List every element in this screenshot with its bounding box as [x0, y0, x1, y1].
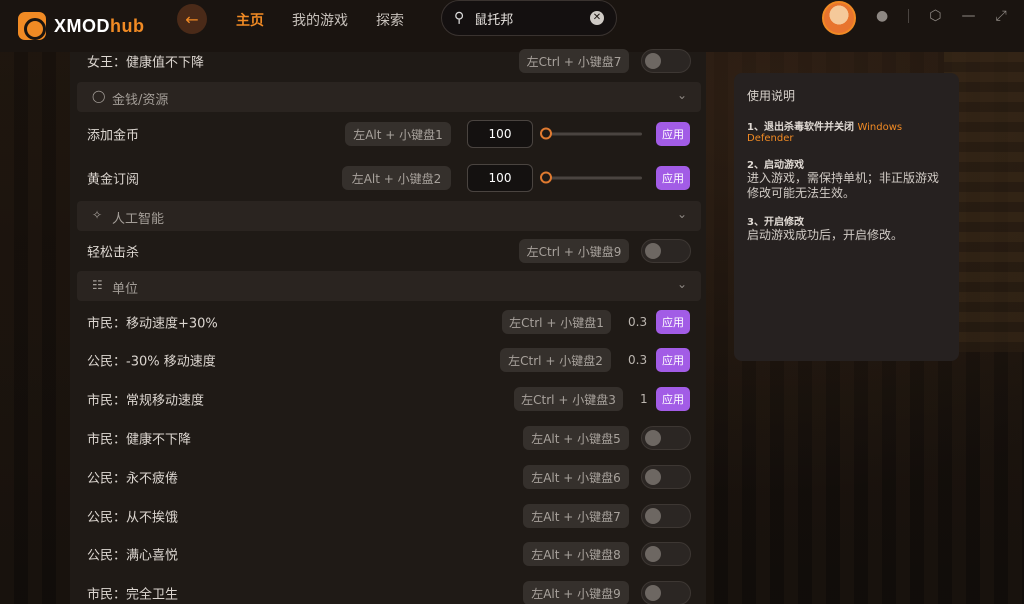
- cheat-row: 公民：永不疲倦 左Alt + 小键盘6: [70, 458, 706, 496]
- maximize-icon[interactable]: ⤢: [995, 8, 1006, 24]
- cheat-label: 黄金订阅: [87, 172, 140, 188]
- apply-button[interactable]: 应用: [656, 122, 690, 146]
- bell-icon[interactable]: ●: [876, 8, 888, 24]
- slider-knob[interactable]: [540, 171, 552, 184]
- apply-button[interactable]: 应用: [656, 387, 690, 411]
- window-controls: ● ⬡ — ⤢: [876, 8, 1007, 24]
- instructions-panel: 使用说明 1、退出杀毒软件并关闭 Windows Defender 2、启动游戏…: [734, 73, 959, 361]
- nav-home[interactable]: 主页: [236, 10, 264, 30]
- main-nav: 主页 我的游戏 探索: [236, 10, 404, 30]
- cheat-value: 0.3: [628, 315, 648, 329]
- nav-my-games[interactable]: 我的游戏: [292, 10, 348, 30]
- section-title: 金钱/资源: [112, 93, 169, 108]
- back-arrow-icon[interactable]: ←: [177, 4, 207, 34]
- cheat-label: 公民：-30% 移动速度: [87, 354, 216, 370]
- cheat-row: 公民：从不挨饿 左Alt + 小键盘7: [70, 497, 706, 535]
- section-title: 单位: [112, 282, 139, 297]
- slider-knob[interactable]: [540, 127, 552, 140]
- hotkey-badge[interactable]: 左Alt + 小键盘5: [523, 426, 629, 450]
- apply-button[interactable]: 应用: [656, 310, 690, 334]
- step-body: 进入游戏，需保持单机；非正版游戏修改可能无法生效。: [747, 171, 940, 200]
- apply-button[interactable]: 应用: [656, 348, 690, 372]
- step-heading: 1、退出杀毒软件并关闭 Windows Defender: [747, 122, 903, 144]
- divider: [908, 9, 910, 23]
- cheat-label: 公民：永不疲倦: [87, 471, 179, 487]
- clear-icon[interactable]: ✕: [590, 11, 604, 25]
- search-input[interactable]: 鼠托邦: [474, 9, 590, 28]
- cheat-row: 市民：常规移动速度 左Ctrl + 小键盘3 1 应用: [70, 380, 706, 418]
- cheat-label: 公民：满心喜悦: [87, 548, 179, 564]
- value-slider[interactable]: [540, 171, 642, 184]
- hotkey-badge[interactable]: 左Alt + 小键盘6: [523, 465, 629, 489]
- cheat-row: 市民：完全卫生 左Alt + 小键盘9: [70, 574, 706, 604]
- cheat-toggle[interactable]: [641, 504, 691, 528]
- instruction-step: 3、开启修改 启动游戏成功后，开启修改。: [747, 213, 946, 243]
- hotkey-badge[interactable]: 左Ctrl + 小键盘1: [502, 310, 611, 334]
- cheat-row: 公民：满心喜悦 左Alt + 小键盘8: [70, 535, 706, 573]
- cheat-row: 轻松击杀 左Ctrl + 小键盘9: [70, 232, 706, 270]
- ai-icon: ✧: [92, 208, 103, 222]
- cheat-label: 市民：健康不下降: [87, 432, 192, 448]
- step-heading: 2、启动游戏: [747, 160, 804, 171]
- hotkey-badge[interactable]: 左Ctrl + 小键盘3: [514, 387, 623, 411]
- gear-icon[interactable]: ⬡: [929, 8, 941, 24]
- search-box[interactable]: ⚲ 鼠托邦 ✕: [441, 0, 617, 36]
- cheat-value: 1: [640, 392, 648, 406]
- step-heading: 3、开启修改: [747, 217, 804, 228]
- instruction-step: 2、启动游戏 进入游戏，需保持单机；非正版游戏修改可能无法生效。: [747, 156, 946, 201]
- cheat-toggle[interactable]: [641, 49, 691, 73]
- cheat-label: 轻松击杀: [87, 245, 140, 261]
- cheat-row: 添加金币 左Alt + 小键盘1 100 应用: [70, 115, 706, 153]
- cheat-toggle[interactable]: [641, 239, 691, 263]
- cheat-row: 市民：移动速度+30% 左Ctrl + 小键盘1 0.3 应用: [70, 303, 706, 341]
- section-ai[interactable]: ✧ 人工智能 ⌄: [77, 201, 701, 231]
- instruction-step: 1、退出杀毒软件并关闭 Windows Defender: [747, 118, 946, 144]
- cheat-toggle[interactable]: [641, 465, 691, 489]
- cheat-panel: 女王：健康值不下降 左Ctrl + 小键盘7 ◯ 金钱/资源 ⌄ 添加金币 左A…: [70, 49, 706, 604]
- avatar[interactable]: [822, 1, 856, 35]
- section-unit[interactable]: ☷ 单位 ⌄: [77, 271, 701, 301]
- hotkey-badge[interactable]: 左Alt + 小键盘8: [523, 542, 629, 566]
- cheat-row: 黄金订阅 左Alt + 小键盘2 100 应用: [70, 159, 706, 197]
- instructions-title: 使用说明: [747, 89, 796, 103]
- cheat-row: 公民：-30% 移动速度 左Ctrl + 小键盘2 0.3 应用: [70, 341, 706, 379]
- hotkey-badge[interactable]: 左Alt + 小键盘2: [342, 166, 451, 190]
- logo-text: XMODhub: [54, 15, 145, 36]
- cheat-row: 市民：健康不下降 左Alt + 小键盘5: [70, 419, 706, 457]
- cheat-label: 公民：从不挨饿: [87, 510, 179, 526]
- cheat-toggle[interactable]: [641, 581, 691, 604]
- hotkey-badge[interactable]: 左Alt + 小键盘1: [345, 122, 451, 146]
- step-body: 启动游戏成功后，开启修改。: [747, 228, 904, 242]
- hotkey-badge[interactable]: 左Alt + 小键盘9: [523, 581, 629, 604]
- cheat-label: 添加金币: [87, 128, 140, 144]
- cheat-label: 市民：移动速度+30%: [87, 316, 218, 332]
- unit-icon: ☷: [92, 278, 103, 292]
- minimize-icon[interactable]: —: [961, 8, 975, 24]
- hotkey-badge[interactable]: 左Ctrl + 小键盘7: [519, 49, 629, 73]
- coins-icon: ◯: [92, 89, 106, 103]
- cheat-label: 市民：常规移动速度: [87, 393, 205, 409]
- value-input[interactable]: 100: [467, 120, 533, 148]
- cheat-label: 女王：健康值不下降: [87, 55, 205, 71]
- nav-explore[interactable]: 探索: [376, 10, 404, 30]
- app-logo[interactable]: XMODhub: [18, 12, 145, 40]
- apply-button[interactable]: 应用: [656, 166, 690, 190]
- hotkey-badge[interactable]: 左Ctrl + 小键盘9: [519, 239, 629, 263]
- hotkey-badge[interactable]: 左Alt + 小键盘7: [523, 504, 629, 528]
- cheat-toggle[interactable]: [641, 542, 691, 566]
- search-icon: ⚲: [454, 10, 465, 26]
- section-title: 人工智能: [112, 212, 165, 227]
- hotkey-badge[interactable]: 左Ctrl + 小键盘2: [500, 348, 611, 372]
- chevron-down-icon[interactable]: ⌄: [677, 88, 687, 102]
- cheat-label: 市民：完全卫生: [87, 587, 179, 603]
- chevron-down-icon[interactable]: ⌄: [677, 277, 687, 291]
- chevron-down-icon[interactable]: ⌄: [677, 207, 687, 221]
- value-slider[interactable]: [540, 127, 642, 140]
- section-money[interactable]: ◯ 金钱/资源 ⌄: [77, 82, 701, 112]
- value-input[interactable]: 100: [467, 164, 533, 192]
- logo-mark-icon: [18, 12, 46, 40]
- cheat-row: 女王：健康值不下降 左Ctrl + 小键盘7: [70, 42, 706, 80]
- cheat-toggle[interactable]: [641, 426, 691, 450]
- cheat-value: 0.3: [628, 353, 648, 367]
